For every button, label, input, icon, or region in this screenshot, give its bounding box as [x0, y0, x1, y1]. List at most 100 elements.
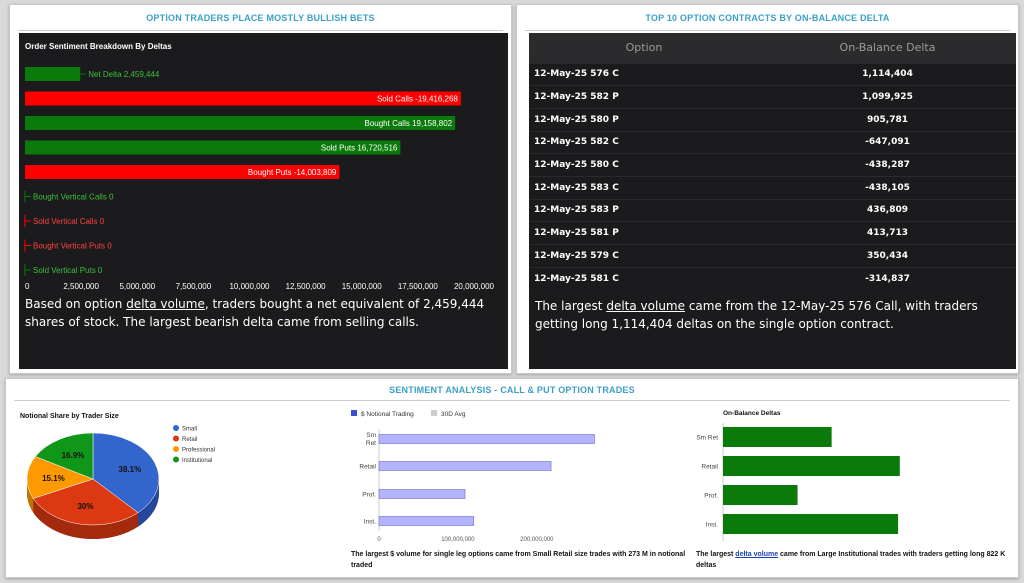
delta-cell: 436,809: [759, 198, 1016, 222]
delta-volume-link[interactable]: delta volume: [126, 297, 205, 311]
top10-summary: The largest delta volume came from the 1…: [535, 297, 1005, 333]
y-tick-label: Inst.: [364, 519, 376, 526]
legend-swatch: [351, 410, 357, 416]
option-cell: 12-May-25 583 P: [529, 198, 759, 222]
legend-label: Institutional: [182, 458, 212, 464]
option-cell: 12-May-25 581 P: [529, 221, 759, 245]
delta-cell: -314,837: [759, 266, 1016, 290]
table-row[interactable]: 12-May-25 581 C -314,837: [529, 266, 1016, 290]
y-tick-label: Prof.: [704, 493, 718, 500]
x-tick-label: 15,000,000: [342, 282, 383, 291]
bar-label: Bought Puts -14,003,809: [248, 168, 337, 177]
delta-cell: -438,287: [759, 153, 1016, 177]
notional-share-pie-chart: Notional Share by Trader Size 38.1% 30% 15.…: [20, 413, 215, 539]
caption-text-start: The largest: [696, 551, 736, 558]
contracts-table: Option On-Balance Delta 12-May-25 576 C1…: [529, 33, 1016, 290]
delta-volume-link[interactable]: delta volume: [735, 551, 778, 558]
pie-slice-label: 16.9%: [62, 451, 85, 460]
delta-cell: 1,114,404: [759, 62, 1016, 86]
table-row[interactable]: 12-May-25 583 C -438,105: [529, 175, 1016, 200]
y-tick-label: Inst.: [706, 522, 718, 529]
option-cell: 12-May-25 582 C: [529, 130, 759, 154]
bullish-summary: Based on option delta volume, traders bo…: [25, 295, 503, 331]
legend-label: Professional: [182, 448, 215, 454]
x-tick-label: 0: [377, 537, 381, 543]
bar-label: Bought Vertical Calls 0: [33, 193, 114, 202]
x-tick-label: 100,000,000: [441, 537, 475, 543]
column-header-option[interactable]: Option: [529, 33, 759, 63]
bar-label: Bought Vertical Puts 0: [33, 242, 112, 251]
y-tick-label: Sm Ret: [696, 435, 718, 442]
bar-label: Sold Puts 16,720,516: [321, 144, 398, 153]
bar-label: Sold Vertical Calls 0: [33, 217, 105, 226]
legend-swatch: [431, 410, 437, 416]
bar-label: Sold Vertical Puts 0: [33, 266, 103, 275]
y-tick-label: Retail: [701, 464, 718, 471]
x-tick-label: 5,000,000: [119, 282, 155, 291]
table-header-row: Option On-Balance Delta: [529, 33, 1016, 63]
delta-cell: -438,105: [759, 175, 1016, 200]
panel-title: SENTIMENT ANALYSIS - CALL & PUT OPTION T…: [389, 385, 635, 395]
x-tick-label: 2,500,000: [63, 282, 99, 291]
bar-prof: [378, 489, 466, 499]
contracts-table-body: 12-May-25 576 C 1,114,404 12-May-25 582 P1…: [529, 62, 1016, 290]
panel-title: OPTION TRADERS PLACE MOSTLY BULLISH BETS: [146, 13, 375, 23]
option-cell: 12-May-25 583 C: [529, 175, 759, 200]
bullish-bets-panel: OPTION TRADERS PLACE MOSTLY BULLISH BETS…: [9, 4, 512, 374]
option-cell: 12-May-25 580 C: [529, 153, 759, 177]
table-row[interactable]: 12-May-25 580 C -438,287: [529, 153, 1016, 177]
delta-cell: 350,434: [759, 244, 1016, 268]
chart-title: Order Sentiment Breakdown By Deltas: [25, 42, 172, 51]
legend-label: 30D Avg: [441, 411, 466, 418]
bar-inst: [378, 516, 475, 526]
chart-title: On-Balance Deltas: [723, 410, 781, 417]
legend-label: Retail: [182, 437, 197, 443]
x-tick-label: 12,500,000: [286, 282, 327, 291]
bar-label: Bought Calls 19,158,802: [364, 119, 452, 128]
delta-volume-link[interactable]: delta volume: [606, 299, 685, 313]
panel-title: TOP 10 OPTION CONTRACTS BY ON-BALANCE DE…: [645, 13, 890, 23]
bar-net-delta: [25, 67, 81, 81]
legend-swatch-small: [173, 425, 179, 431]
y-tick-label: Sm: [366, 432, 376, 439]
x-tick-label: 20,000,000: [454, 282, 495, 291]
table-row[interactable]: 12-May-25 582 C -647,091: [529, 130, 1016, 154]
contracts-table-area: Option On-Balance Delta 12-May-25 576 C1…: [529, 33, 1016, 369]
title-divider: [18, 30, 503, 31]
legend-swatch-retail: [173, 435, 179, 442]
column-header-delta[interactable]: On-Balance Delta: [759, 33, 1016, 63]
table-row[interactable]: 12-May-25 581 P 413,713: [529, 221, 1016, 245]
delta-cell: 413,713: [759, 221, 1016, 245]
x-tick-label: 17,500,000: [398, 282, 439, 291]
y-tick-label: Ret: [366, 440, 376, 447]
pie-title: Notional Share by Trader Size: [20, 413, 119, 420]
on-balance-caption: The largest delta volume came from Large…: [696, 549, 1011, 571]
table-row[interactable]: 12-May-25 579 C 350,434: [529, 244, 1016, 268]
notional-caption: The largest $ volume for single leg opti…: [351, 551, 686, 569]
order-sentiment-chart-area: Order Sentiment Breakdown By Deltas Net D…: [19, 33, 508, 369]
on-balance-deltas-bar-chart: On-Balance Deltas Sm Ret Retail Prof. Inst.: [696, 410, 900, 541]
table-row[interactable]: 12-May-25 582 P 1,099,925: [529, 85, 1016, 109]
title-divider: [525, 30, 1010, 31]
bar-retail: [378, 461, 552, 471]
table-row[interactable]: 12-May-25 583 P 436,809: [529, 198, 1016, 222]
delta-cell: -647,091: [759, 130, 1016, 154]
bar-smret: [378, 434, 595, 444]
summary-text-start: The largest: [535, 299, 607, 313]
summary-text-start: Based on option: [25, 297, 127, 311]
table-row[interactable]: 12-May-25 580 P 905,781: [529, 107, 1016, 132]
legend-label: Small: [182, 427, 197, 433]
x-tick-label: 0: [25, 282, 30, 291]
y-tick-label: Prof.: [362, 492, 376, 499]
option-cell: 12-May-25 576 C: [529, 62, 759, 86]
table-row[interactable]: 12-May-25 576 C 1,114,404: [529, 62, 1016, 86]
delta-cell: 905,781: [759, 107, 1016, 132]
legend-swatch-professional: [173, 446, 179, 452]
y-tick-label: Retail: [359, 464, 376, 471]
sentiment-analysis-panel: SENTIMENT ANALYSIS - CALL & PUT OPTION T…: [5, 378, 1019, 578]
pie-slice-label: 30%: [77, 502, 93, 511]
notional-trading-bar-chart: $ Notional Trading 30D Avg SmRet Retail Prof…: [351, 410, 595, 543]
top10-contracts-panel: TOP 10 OPTION CONTRACTS BY ON-BALANCE DE…: [516, 4, 1019, 374]
bar-smret: [723, 427, 832, 447]
option-cell: 12-May-25 580 P: [529, 107, 759, 132]
